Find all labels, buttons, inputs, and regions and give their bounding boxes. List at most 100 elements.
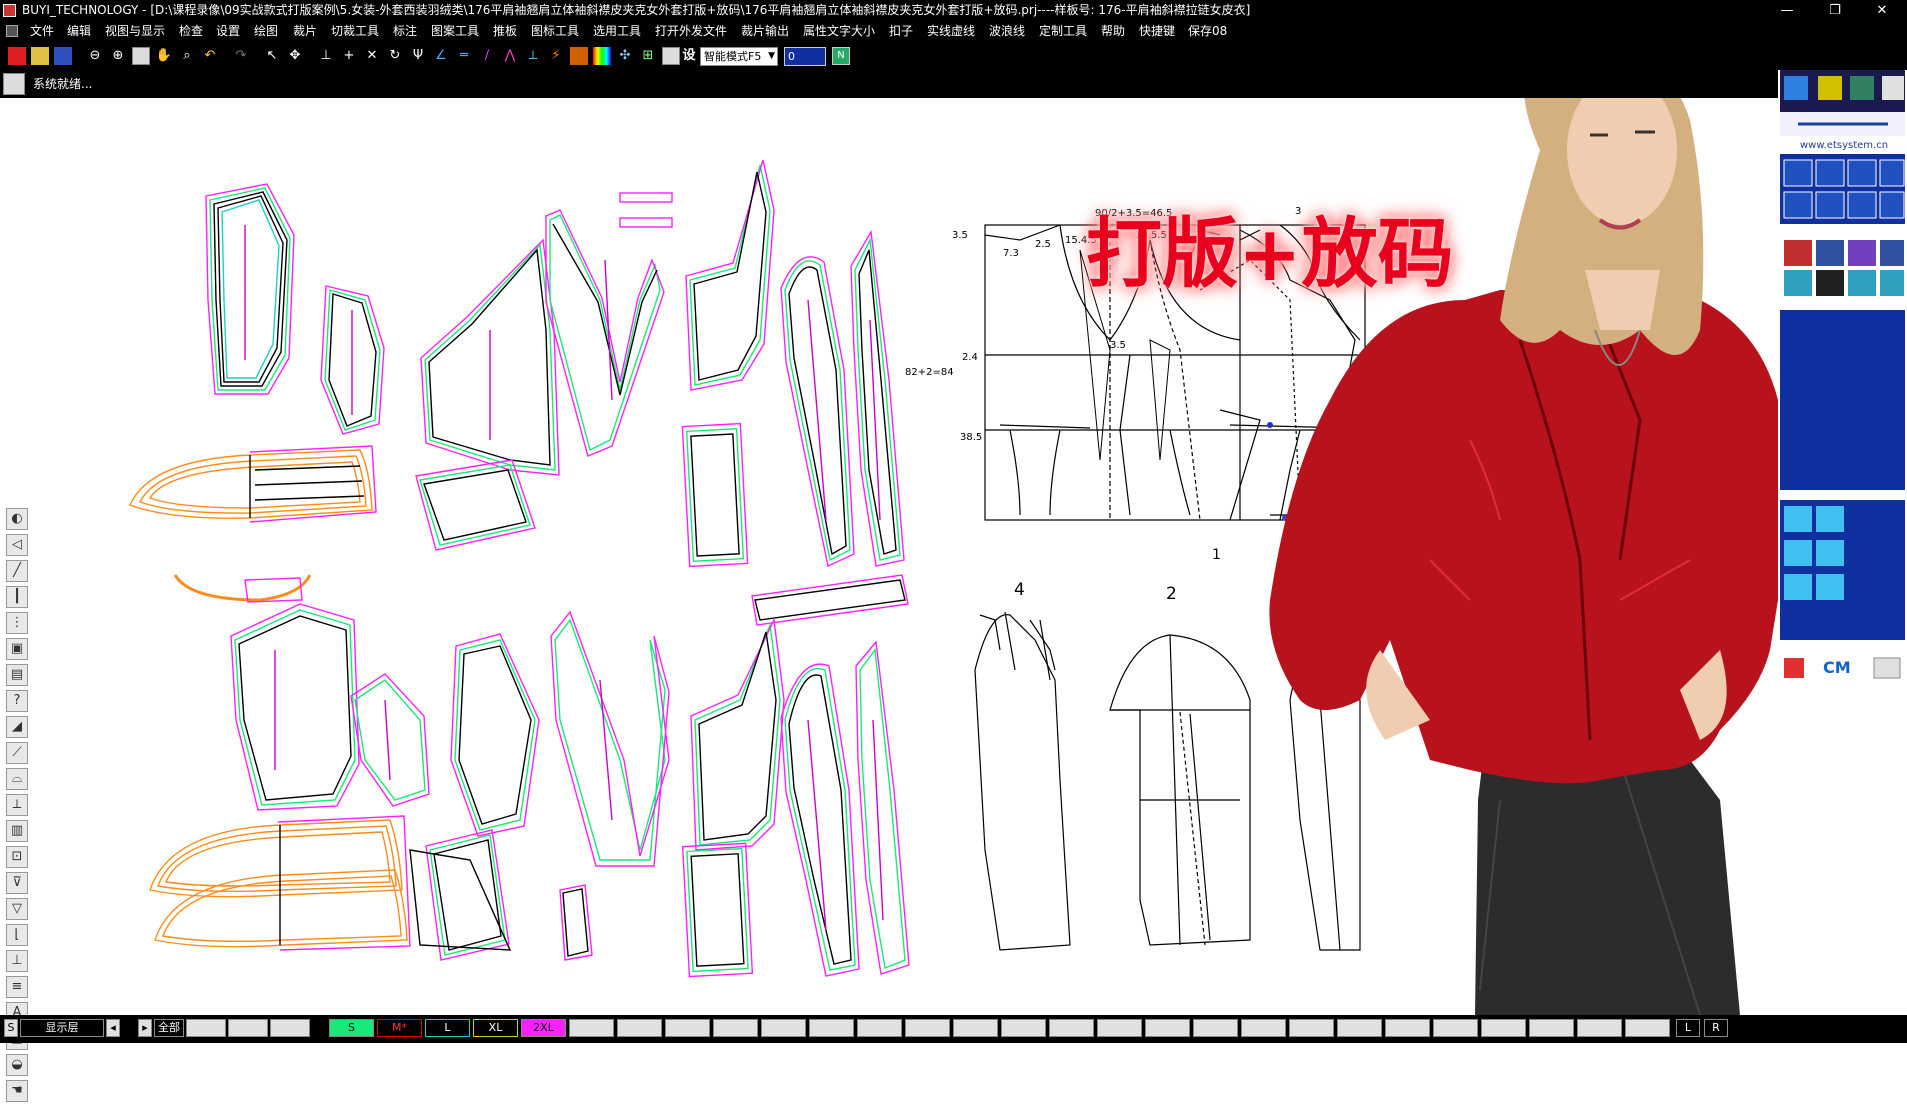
layer-prev-button[interactable]: ◂ [106, 1019, 120, 1037]
right-side-button[interactable]: R [1704, 1019, 1728, 1037]
menu-annotate[interactable]: 标注 [393, 21, 417, 42]
redo-icon[interactable]: ↷ [232, 47, 250, 65]
zoom-area-icon[interactable]: ⌕ [178, 47, 196, 65]
menu-shortcuts[interactable]: 快捷键 [1139, 21, 1175, 42]
size-2xl-button[interactable]: 2XL [521, 1019, 566, 1037]
grid-icon[interactable] [662, 47, 680, 65]
drawing-canvas[interactable]: 3.5 2.5 7.3 15.4.5 16.5.5 3 2.4 38.5 3.5… [0, 98, 1778, 1102]
corner-tool-icon[interactable]: ⌊ [6, 924, 28, 946]
restore-button[interactable]: ❐ [1815, 0, 1855, 21]
size-slot[interactable] [1481, 1019, 1526, 1037]
size-slot[interactable] [953, 1019, 998, 1037]
menu-edit[interactable]: 编辑 [67, 21, 91, 42]
grade-tool-icon[interactable]: ⊡ [6, 846, 28, 868]
layer-s-button[interactable]: S [4, 1019, 18, 1037]
add-point-icon[interactable]: + [340, 47, 358, 65]
size-slot[interactable] [1097, 1019, 1142, 1037]
fold-tool-icon[interactable]: ⊽ [6, 872, 28, 894]
menu-custom-tools[interactable]: 定制工具 [1039, 21, 1087, 42]
minimize-button[interactable]: — [1767, 0, 1807, 21]
zoom-in-icon[interactable]: ⊕ [109, 47, 127, 65]
menu-pattern-tools[interactable]: 图案工具 [431, 21, 479, 42]
empty-slot[interactable] [270, 1019, 310, 1037]
save-disk-icon[interactable] [54, 47, 72, 65]
pan-hand-icon[interactable]: ✋ [155, 47, 173, 65]
measure-icon[interactable]: ⊞ [639, 47, 657, 65]
size-slot[interactable] [905, 1019, 950, 1037]
size-slot[interactable] [1337, 1019, 1382, 1037]
layer-next-button[interactable]: ▸ [138, 1019, 152, 1037]
rect-tool-icon[interactable]: ▣ [6, 638, 28, 660]
fit-window-icon[interactable] [132, 47, 150, 65]
menu-view[interactable]: 视图与显示 [105, 21, 165, 42]
size-slot[interactable] [1385, 1019, 1430, 1037]
triangle-tool-icon[interactable]: ▽ [6, 898, 28, 920]
clip-tool-icon[interactable]: ◒ [6, 1054, 28, 1076]
menu-icon-tools[interactable]: 图标工具 [531, 21, 579, 42]
empty-slot[interactable] [228, 1019, 268, 1037]
shape-tool-icon[interactable]: ◢ [6, 716, 28, 738]
size-xl-button[interactable]: XL [473, 1019, 518, 1037]
left-side-button[interactable]: L [1676, 1019, 1700, 1037]
save-piece-icon[interactable]: ▥ [6, 820, 28, 842]
empty-slot[interactable] [186, 1019, 226, 1037]
step-tool-icon[interactable]: ⊥ [6, 950, 28, 972]
vertical-line-icon[interactable]: ┃ [6, 586, 28, 608]
curve-tool-icon[interactable]: ∕ [478, 47, 496, 65]
menu-open-external[interactable]: 打开外发文件 [655, 21, 727, 42]
menu-select-tools[interactable]: 选用工具 [593, 21, 641, 42]
all-sizes-label[interactable]: 全部 [154, 1019, 184, 1037]
parallel-tool-icon[interactable]: ≡ [6, 976, 28, 998]
pleat-tool-icon[interactable]: ⚡ [547, 47, 565, 65]
menu-piece[interactable]: 裁片 [293, 21, 317, 42]
size-slot[interactable] [617, 1019, 662, 1037]
close-button[interactable]: ✕ [1862, 0, 1902, 21]
size-slot[interactable] [1289, 1019, 1334, 1037]
menu-wave-line[interactable]: 波浪线 [989, 21, 1025, 42]
symmetry-icon[interactable]: Ψ [409, 47, 427, 65]
menu-line-style[interactable]: 实线虚线 [927, 21, 975, 42]
piece-color-icon[interactable] [570, 47, 588, 65]
mode-select[interactable]: 智能模式F5 ▼ [700, 47, 778, 66]
size-slot[interactable] [1625, 1019, 1670, 1037]
menu-settings[interactable]: 设置 [216, 21, 240, 42]
open-folder-icon[interactable] [31, 47, 49, 65]
arc-tool-icon[interactable]: ◐ [6, 508, 28, 530]
move-point-icon[interactable]: ✥ [286, 47, 304, 65]
size-slot[interactable] [857, 1019, 902, 1037]
divide-icon[interactable]: ⋮ [6, 612, 28, 634]
unit-label[interactable]: CM [1823, 658, 1851, 677]
new-file-icon[interactable] [8, 47, 26, 65]
size-slot[interactable] [809, 1019, 854, 1037]
size-slot[interactable] [569, 1019, 614, 1037]
parallel-line-icon[interactable]: ═ [455, 47, 473, 65]
size-slot[interactable] [665, 1019, 710, 1037]
mirror-tool-icon[interactable]: ⟂ [524, 47, 542, 65]
menu-piece-output[interactable]: 裁片输出 [741, 21, 789, 42]
angle-line-icon[interactable]: ∠ [432, 47, 450, 65]
menu-buttons[interactable]: 扣子 [889, 21, 913, 42]
rotate-icon[interactable]: ↻ [386, 47, 404, 65]
menu-text-size[interactable]: 属性文字大小 [803, 21, 875, 42]
system-menu-icon[interactable] [6, 25, 18, 37]
size-s-button[interactable]: S [329, 1019, 374, 1037]
dart-tool-icon[interactable]: ⋀ [501, 47, 519, 65]
size-slot[interactable] [1241, 1019, 1286, 1037]
size-slot[interactable] [1193, 1019, 1238, 1037]
zoom-out-icon[interactable]: ⊖ [86, 47, 104, 65]
size-slot[interactable] [1145, 1019, 1190, 1037]
menu-cut-tools[interactable]: 切裁工具 [331, 21, 379, 42]
size-m-button[interactable]: M* [377, 1019, 422, 1037]
size-slot[interactable] [1577, 1019, 1622, 1037]
cross-point-icon[interactable]: ✕ [363, 47, 381, 65]
undo-icon[interactable]: ↶ [201, 47, 219, 65]
hand-tool-icon[interactable]: ☚ [6, 1080, 28, 1102]
align-tool-icon[interactable]: ⊥ [317, 47, 335, 65]
grade-point-icon[interactable]: ✣ [616, 47, 634, 65]
menu-draw[interactable]: 绘图 [254, 21, 278, 42]
dart-edit-icon[interactable]: ⟂ [6, 794, 28, 816]
menu-grading[interactable]: 推板 [493, 21, 517, 42]
confirm-icon[interactable]: N [832, 47, 850, 65]
notch-tool-icon[interactable]: ⌓ [6, 768, 28, 790]
size-slot[interactable] [761, 1019, 806, 1037]
